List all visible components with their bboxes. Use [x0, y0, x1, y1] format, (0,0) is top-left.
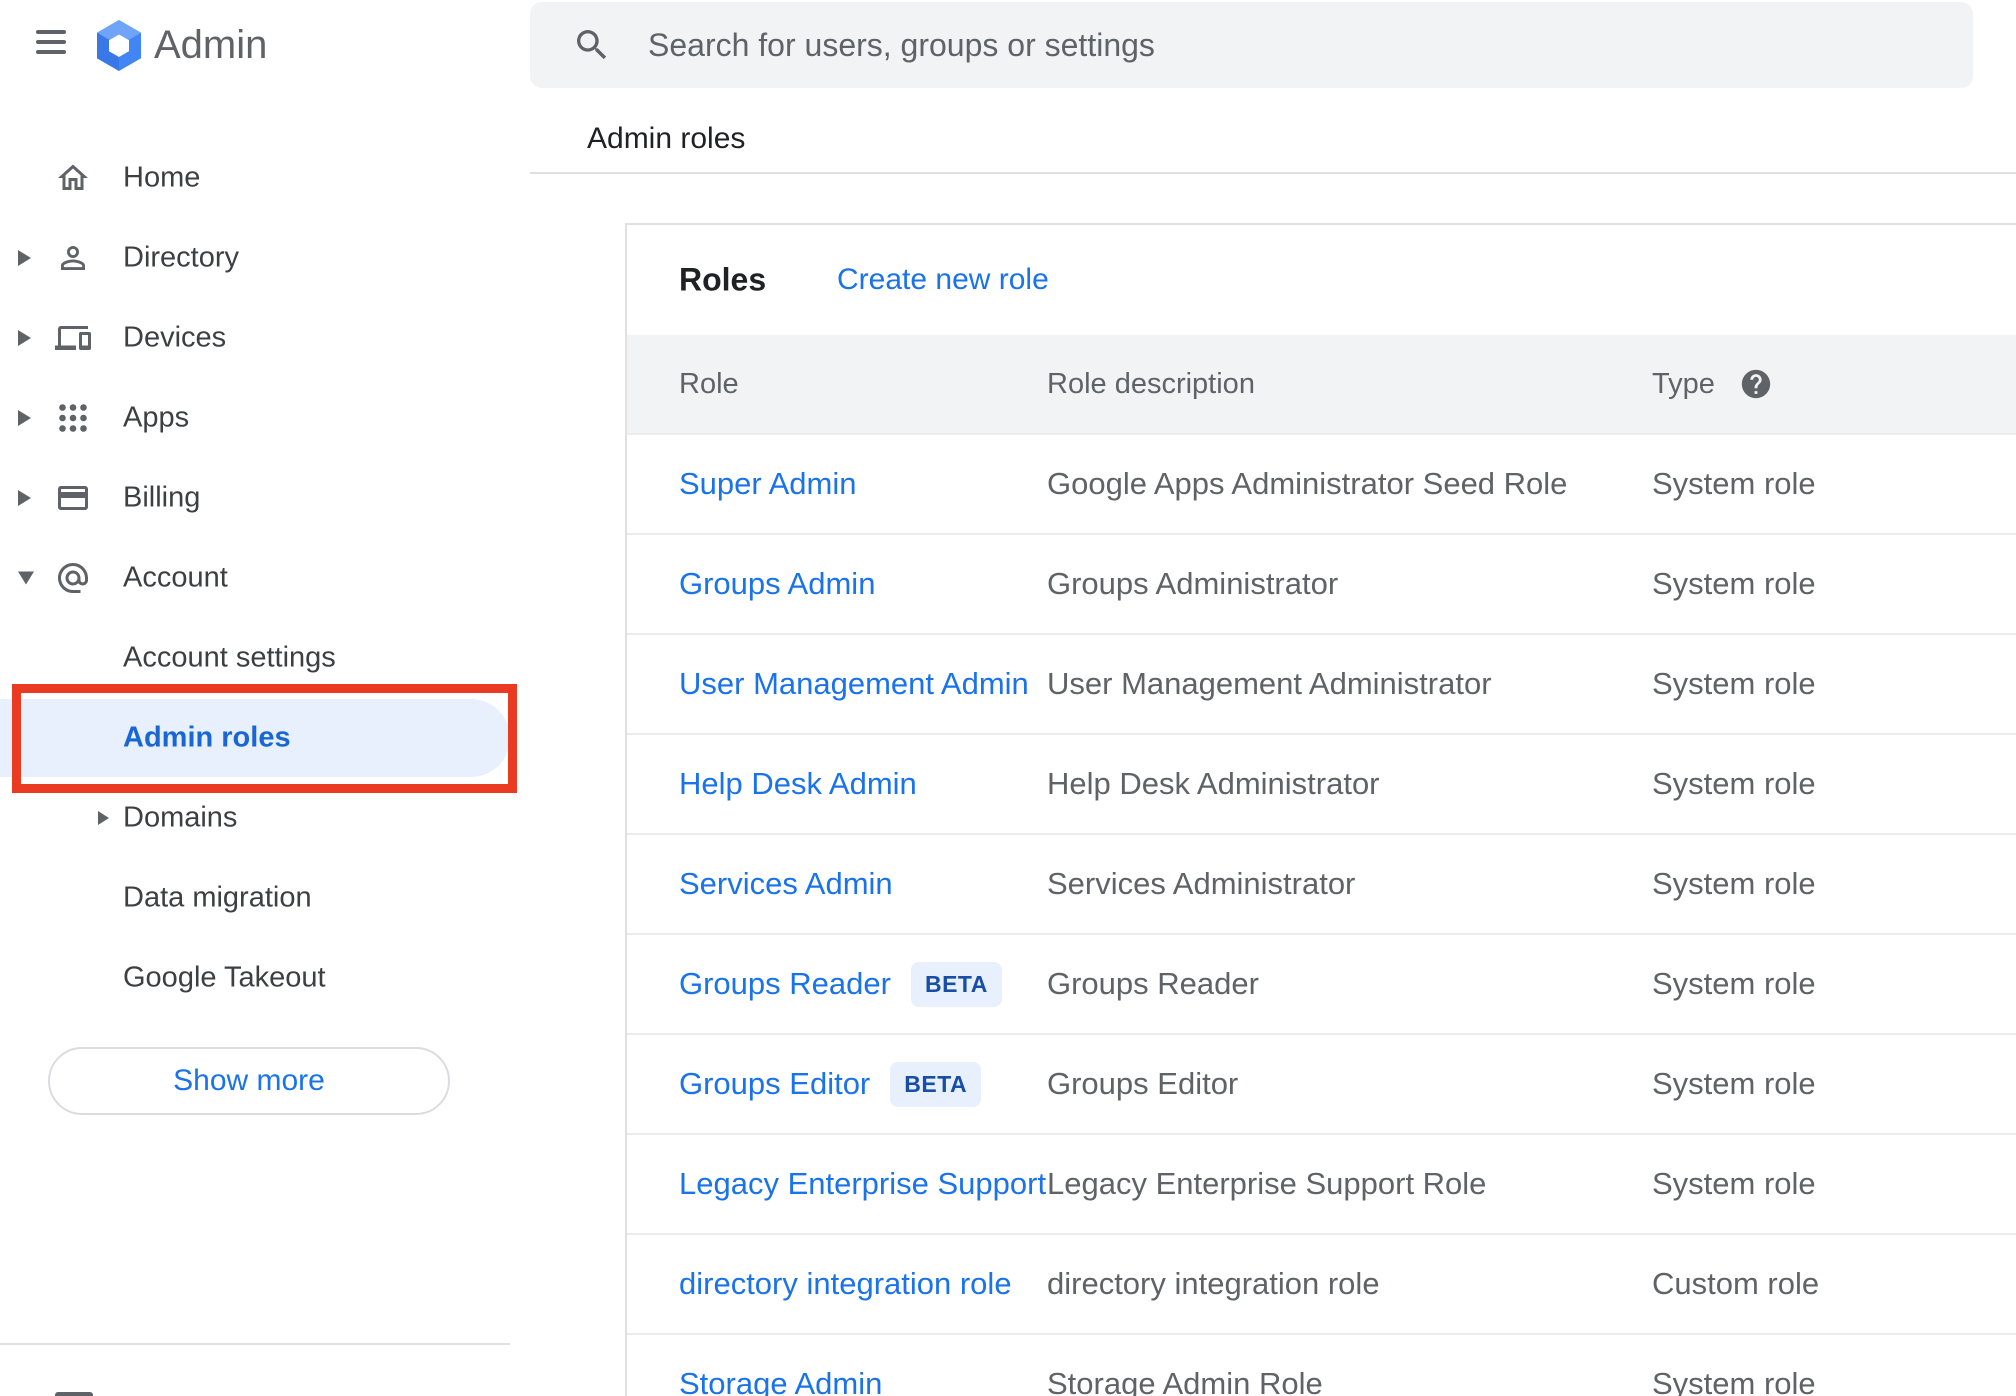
expand-arrow-icon[interactable] — [98, 811, 109, 825]
sidebar-item-label: Billing — [123, 481, 201, 514]
sidebar-item-domains[interactable]: Domains — [0, 778, 530, 858]
roles-title: Roles — [679, 261, 767, 298]
sidebar-item-label: Account settings — [123, 641, 336, 674]
role-link[interactable]: Groups Admin — [679, 566, 875, 602]
role-link[interactable]: Super Admin — [679, 466, 857, 502]
beta-badge: BETA — [910, 961, 1002, 1007]
expand-arrow-icon[interactable] — [18, 410, 31, 426]
role-description: Groups Editor — [1047, 1066, 1239, 1101]
admin-logo-icon[interactable] — [97, 20, 141, 71]
table-row: Legacy Enterprise Support Legacy Enterpr… — [627, 1133, 2016, 1233]
sidebar-item-data-migration[interactable]: Data migration — [0, 858, 530, 938]
sidebar-item-label: Admin roles — [123, 721, 291, 754]
menu-icon[interactable] — [36, 30, 68, 56]
sidebar: Admin Home Directory Devices Apps Billing Acc… — [0, 0, 530, 1396]
role-description: User Management Administrator — [1047, 666, 1492, 701]
role-link[interactable]: Services Admin — [679, 866, 893, 902]
at-sign-icon — [58, 563, 88, 593]
role-link[interactable]: User Management Admin — [679, 666, 1029, 702]
role-description: Storage Admin Role — [1047, 1366, 1323, 1396]
devices-icon — [55, 326, 91, 350]
sidebar-item-home[interactable]: Home — [0, 138, 530, 218]
role-type: Custom role — [1652, 1266, 1820, 1301]
table-row: Groups Editor BETA Groups Editor System … — [627, 1033, 2016, 1133]
content-divider — [530, 172, 2016, 174]
table-row: Storage Admin Storage Admin Role System … — [627, 1333, 2016, 1396]
role-link[interactable]: Groups Reader — [679, 966, 891, 1002]
role-link[interactable]: Help Desk Admin — [679, 766, 917, 802]
role-description: Help Desk Administrator — [1047, 766, 1380, 801]
role-link[interactable]: Storage Admin — [679, 1366, 882, 1396]
role-description: Groups Administrator — [1047, 566, 1339, 601]
search-icon — [577, 30, 607, 60]
collapse-arrow-icon[interactable] — [18, 571, 34, 585]
sidebar-item-devices[interactable]: Devices — [0, 298, 530, 378]
role-type: System role — [1652, 866, 1816, 901]
create-new-role-link[interactable]: Create new role — [837, 263, 1049, 297]
credit-card-icon — [58, 486, 88, 510]
app-title: Admin — [154, 23, 268, 67]
role-description: Services Administrator — [1047, 866, 1356, 901]
sidebar-bottom-divider — [0, 1343, 510, 1345]
sidebar-item-label: Devices — [123, 321, 227, 354]
help-icon[interactable] — [1739, 367, 1773, 401]
role-description: Google Apps Administrator Seed Role — [1047, 466, 1568, 501]
sidebar-item-label: Data migration — [123, 881, 312, 914]
role-type: System role — [1652, 1366, 1816, 1396]
role-type: System role — [1652, 1166, 1816, 1201]
admin-console-page: Admin Home Directory Devices Apps Billing Acc… — [0, 0, 2016, 1396]
role-description: Legacy Enterprise Support Role — [1047, 1166, 1487, 1201]
sidebar-item-directory[interactable]: Directory — [0, 218, 530, 298]
clipped-bottom-icon — [55, 1392, 93, 1396]
sidebar-item-label: Domains — [123, 801, 238, 834]
table-header-row: Role Role description Type — [627, 335, 2016, 433]
search-bar[interactable] — [530, 2, 1973, 88]
sidebar-item-billing[interactable]: Billing — [0, 458, 530, 538]
role-description: Groups Reader — [1047, 966, 1259, 1001]
role-type: System role — [1652, 666, 1816, 701]
sidebar-item-label: Google Takeout — [123, 961, 326, 994]
table-row: User Management Admin User Management Ad… — [627, 633, 2016, 733]
roles-card-header: Roles Create new role — [627, 225, 2016, 335]
table-row: Super Admin Google Apps Administrator Se… — [627, 433, 2016, 533]
sidebar-item-label: Home — [123, 161, 201, 194]
role-type: System role — [1652, 566, 1816, 601]
search-input[interactable] — [646, 25, 1973, 65]
breadcrumb: Admin roles — [587, 122, 746, 155]
role-type: System role — [1652, 966, 1816, 1001]
column-header-type: Type — [1652, 367, 2016, 401]
show-more-button[interactable]: Show more — [48, 1047, 450, 1115]
expand-arrow-icon[interactable] — [18, 490, 31, 506]
role-link[interactable]: Legacy Enterprise Support — [679, 1166, 1046, 1202]
role-description: directory integration role — [1047, 1266, 1380, 1301]
table-row: directory integration role directory int… — [627, 1233, 2016, 1333]
beta-badge: BETA — [890, 1061, 982, 1107]
sidebar-item-account[interactable]: Account — [0, 538, 530, 618]
table-row: Services Admin Services Administrator Sy… — [627, 833, 2016, 933]
person-icon — [61, 246, 85, 270]
column-header-role-description: Role description — [1047, 367, 1255, 400]
expand-arrow-icon[interactable] — [18, 330, 31, 346]
role-type: System role — [1652, 766, 1816, 801]
sidebar-item-label: Account — [123, 561, 228, 594]
sidebar-item-admin-roles[interactable]: Admin roles — [0, 698, 530, 778]
table-row: Groups Reader BETA Groups Reader System … — [627, 933, 2016, 1033]
table-row: Help Desk Admin Help Desk Administrator … — [627, 733, 2016, 833]
sidebar-item-label: Apps — [123, 401, 190, 434]
table-row: Groups Admin Groups Administrator System… — [627, 533, 2016, 633]
table-body: Super Admin Google Apps Administrator Se… — [627, 433, 2016, 1396]
expand-arrow-icon[interactable] — [18, 250, 31, 266]
role-type: System role — [1652, 1066, 1816, 1101]
sidebar-item-account-settings[interactable]: Account settings — [0, 618, 530, 698]
role-link[interactable]: directory integration role — [679, 1266, 1012, 1302]
roles-card: Roles Create new role Role Role descript… — [625, 223, 2016, 1396]
sidebar-item-apps[interactable]: Apps — [0, 378, 530, 458]
home-icon — [58, 164, 88, 190]
role-type: System role — [1652, 466, 1816, 501]
sidebar-item-google-takeout[interactable]: Google Takeout — [0, 938, 530, 1018]
role-link[interactable]: Groups Editor — [679, 1066, 870, 1102]
column-header-role: Role — [679, 367, 739, 400]
apps-grid-icon — [59, 404, 87, 432]
sidebar-item-label: Directory — [123, 241, 240, 274]
